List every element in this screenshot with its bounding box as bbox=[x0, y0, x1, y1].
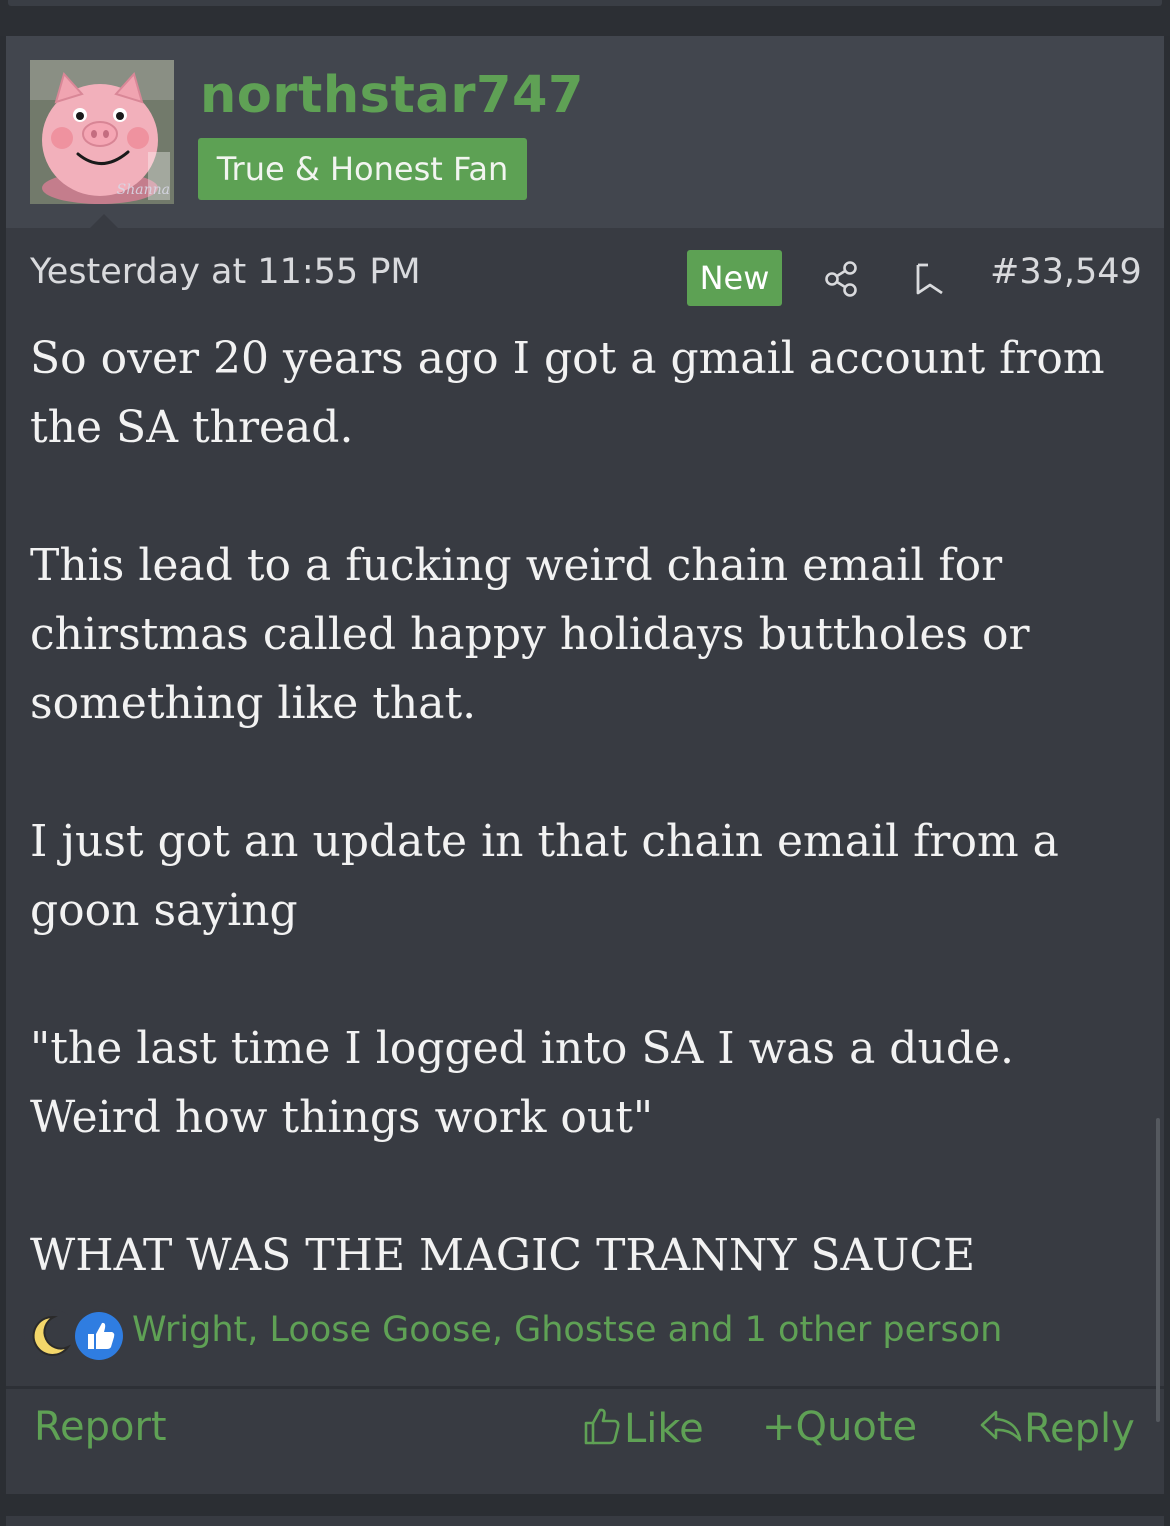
avatar-watermark: Shanna bbox=[116, 182, 170, 198]
bookmark-icon[interactable] bbox=[914, 262, 946, 296]
reply-button[interactable]: Reply bbox=[976, 1404, 1135, 1452]
quote-label: Quote bbox=[795, 1404, 918, 1450]
post-date[interactable]: Yesterday at 11:55 PM bbox=[30, 252, 421, 292]
post-paragraph: "the last time I logged into SA I was a … bbox=[30, 1023, 1015, 1143]
post-meta-row: Yesterday at 11:55 PM New #33,549 bbox=[6, 246, 1164, 310]
thumbs-up-icon bbox=[72, 1309, 126, 1363]
post-paragraph: I just got an update in that chain email… bbox=[30, 816, 1059, 936]
quote-button[interactable]: +Quote bbox=[762, 1404, 917, 1450]
thumbs-up-outline-icon bbox=[584, 1408, 620, 1445]
new-badge: New bbox=[687, 250, 782, 306]
page-frame-bottom bbox=[0, 1494, 1170, 1526]
forum-post: Shanna northstar747 True & Honest Fan Ye… bbox=[6, 36, 1164, 1494]
username[interactable]: northstar747 bbox=[200, 66, 584, 125]
page-frame-top bbox=[0, 0, 1170, 36]
header-notch bbox=[90, 214, 118, 228]
post-paragraph: This lead to a fucking weird chain email… bbox=[30, 540, 1030, 729]
post-body: So over 20 years ago I got a gmail accou… bbox=[30, 324, 1150, 1290]
share-icon[interactable] bbox=[823, 260, 859, 298]
post-header: Shanna northstar747 True & Honest Fan bbox=[6, 36, 1164, 228]
user-title-badge: True & Honest Fan bbox=[198, 138, 527, 200]
post-paragraph: WHAT WAS THE MAGIC TRANNY SAUCE bbox=[30, 1230, 976, 1281]
post-footer: Report Like +Quote Reply bbox=[6, 1402, 1164, 1462]
reactions-bar: Wright, Loose Goose, Ghostse and 1 other… bbox=[24, 1302, 1144, 1372]
like-button[interactable]: Like bbox=[580, 1404, 704, 1452]
report-button[interactable]: Report bbox=[34, 1404, 167, 1450]
post-number-link[interactable]: #33,549 bbox=[990, 252, 1142, 292]
like-label: Like bbox=[624, 1406, 704, 1452]
footer-divider bbox=[6, 1386, 1164, 1389]
post-paragraph: So over 20 years ago I got a gmail accou… bbox=[30, 333, 1105, 453]
avatar[interactable]: Shanna bbox=[30, 60, 174, 204]
reply-label: Reply bbox=[1024, 1406, 1135, 1452]
reaction-users-link[interactable]: Wright, Loose Goose, Ghostse and 1 other… bbox=[132, 1310, 1002, 1350]
scrollbar[interactable] bbox=[1156, 1118, 1160, 1422]
reply-arrow-icon bbox=[980, 1410, 1022, 1442]
plus-icon: + bbox=[762, 1404, 796, 1450]
moon-icon bbox=[24, 1309, 78, 1363]
